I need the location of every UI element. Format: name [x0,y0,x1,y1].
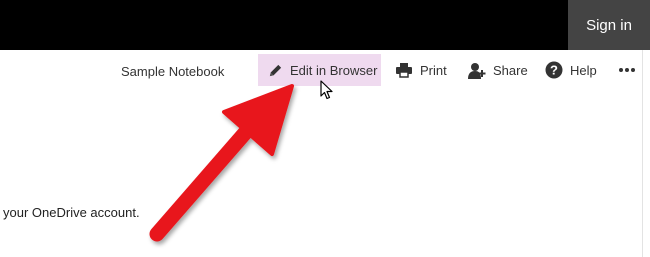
notebook-title: Sample Notebook [121,64,225,79]
svg-text:?: ? [550,63,558,78]
help-button[interactable]: ? Help [545,54,597,86]
printer-icon [395,62,413,78]
top-bar: Sign in [0,0,650,50]
print-label: Print [420,62,447,78]
pencil-icon [268,63,283,78]
share-button[interactable]: Share [468,54,528,86]
print-button[interactable]: Print [395,54,447,86]
sign-in-button[interactable]: Sign in [568,0,650,50]
body-text: your OneDrive account. [3,205,140,220]
pane-divider [642,50,643,257]
more-options-button[interactable] [618,54,636,86]
share-person-icon [468,62,486,79]
share-label: Share [493,62,528,78]
help-icon: ? [545,61,563,79]
mouse-cursor-icon [320,80,334,105]
ellipsis-icon [618,67,636,73]
help-label: Help [570,62,597,78]
edit-in-browser-label: Edit in Browser [290,62,378,78]
